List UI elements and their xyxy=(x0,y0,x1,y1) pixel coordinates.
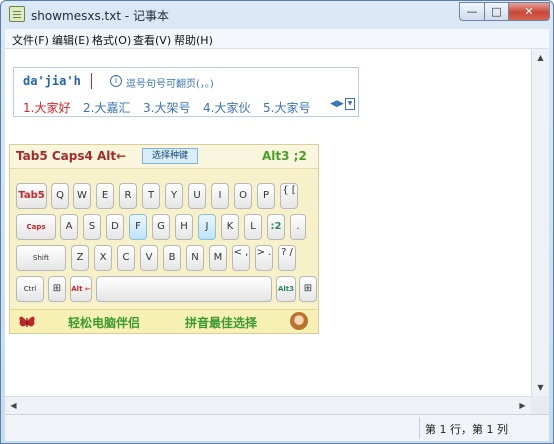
key-p[interactable]: P xyxy=(257,183,275,209)
key-tab[interactable]: Tab5 xyxy=(16,183,47,209)
key-period[interactable]: . xyxy=(290,214,306,240)
key-win-left[interactable]: ⊞ xyxy=(48,276,66,302)
select-keys-button[interactable]: 选择种键 xyxy=(142,148,198,164)
close-button[interactable]: ✕ xyxy=(508,2,550,21)
key-n[interactable]: N xyxy=(186,245,204,271)
keyboard-footer: 轻松电脑伴侣 拼音最佳选择 xyxy=(10,309,318,333)
ime-hint: 逗号句号可翻页(，。) xyxy=(126,79,214,90)
notepad-icon xyxy=(9,6,25,22)
title-bar: showmesxs.txt - 记事本 — □ ✕ xyxy=(1,1,553,27)
key-s[interactable]: S xyxy=(83,214,101,240)
key-d[interactable]: D xyxy=(106,214,124,240)
key-b[interactable]: B xyxy=(163,245,181,271)
keyboard-shortcuts-left: Tab5 Caps4 Alt← xyxy=(16,149,127,163)
vertical-scrollbar[interactable]: ▲ ▼ xyxy=(531,49,549,396)
status-divider xyxy=(419,417,420,439)
text-caret xyxy=(91,73,92,89)
key-f[interactable]: F xyxy=(129,214,147,240)
key-comma[interactable]: < , xyxy=(232,245,250,271)
key-win-right[interactable]: ⊞ xyxy=(299,276,317,302)
key-c[interactable]: C xyxy=(117,245,135,271)
candidate-1[interactable]: 1.大家好 xyxy=(23,99,70,116)
ime-candidate-panel: da'jia'h i 逗号句号可翻页(，。) 1.大家好 2.大嘉汇 3.大架号… xyxy=(13,67,359,117)
key-shift[interactable]: Shift xyxy=(16,245,66,271)
key-z[interactable]: Z xyxy=(71,245,89,271)
notepad-window: showmesxs.txt - 记事本 — □ ✕ 文件(F) 编辑(E) 格式… xyxy=(0,0,554,444)
menu-edit[interactable]: 编辑(E) xyxy=(52,32,90,48)
info-icon: i xyxy=(110,75,122,87)
menu-bar: 文件(F) 编辑(E) 格式(O) 查看(V) 帮助(H) xyxy=(5,29,549,49)
menu-help[interactable]: 帮助(H) xyxy=(174,32,213,48)
key-h[interactable]: H xyxy=(175,214,193,240)
menu-view[interactable]: 查看(V) xyxy=(133,32,171,48)
key-a[interactable]: A xyxy=(60,214,78,240)
candidate-3[interactable]: 3.大架号 xyxy=(143,99,190,116)
keyboard-header: Tab5 Caps4 Alt← 选择种键 Alt3 ;2 xyxy=(10,145,318,169)
key-period-2[interactable]: > . xyxy=(255,245,273,271)
key-m[interactable]: M xyxy=(209,245,227,271)
key-l[interactable]: L xyxy=(244,214,262,240)
candidate-2[interactable]: 2.大嘉汇 xyxy=(83,99,130,116)
scroll-up-icon[interactable]: ▲ xyxy=(532,49,549,66)
footer-slogan-right: 拼音最佳选择 xyxy=(185,316,258,330)
page-arrows-icon[interactable]: ◀▶ xyxy=(330,99,344,109)
candidate-5[interactable]: 5.大家号 xyxy=(263,99,310,116)
key-e[interactable]: E xyxy=(96,183,114,209)
keyboard-keys: Tab5 Q W E R T Y U I O P { [ Caps Lock 4… xyxy=(12,183,318,309)
key-left-bracket[interactable]: { [ xyxy=(280,183,298,209)
minimize-button[interactable]: — xyxy=(459,2,485,21)
candidate-4[interactable]: 4.大家伙 xyxy=(203,99,250,116)
menu-file[interactable]: 文件(F) xyxy=(12,32,49,48)
key-caps-lock[interactable]: Caps Lock 4 xyxy=(16,214,56,255)
key-r[interactable]: R xyxy=(119,183,137,209)
key-space[interactable] xyxy=(96,276,272,302)
footer-slogan-left: 轻松电脑伴侣 xyxy=(68,316,141,330)
scroll-down-icon[interactable]: ▼ xyxy=(532,379,549,396)
ime-pinyin-input: da'jia'h xyxy=(23,74,81,88)
key-v[interactable]: V xyxy=(140,245,158,271)
key-semicolon[interactable]: :2 xyxy=(267,214,285,240)
key-alt-right[interactable]: Alt3 xyxy=(276,276,296,302)
key-t[interactable]: T xyxy=(142,183,160,209)
key-x[interactable]: X xyxy=(94,245,112,271)
key-i[interactable]: I xyxy=(211,183,229,209)
key-ctrl[interactable]: Ctrl xyxy=(16,276,44,302)
key-slash[interactable]: ? / xyxy=(278,245,296,271)
key-w[interactable]: W xyxy=(73,183,91,209)
avatar xyxy=(290,312,308,330)
key-k[interactable]: K xyxy=(221,214,239,240)
virtual-keyboard: Tab5 Caps4 Alt← 选择种键 Alt3 ;2 Tab5 Q W E … xyxy=(9,144,319,334)
key-y[interactable]: Y xyxy=(165,183,183,209)
key-u[interactable]: U xyxy=(188,183,206,209)
window-title: showmesxs.txt - 记事本 xyxy=(31,9,169,23)
maximize-button[interactable]: □ xyxy=(484,2,509,21)
key-j[interactable]: J xyxy=(198,214,216,240)
resize-corner[interactable] xyxy=(531,396,549,414)
cursor-position: 第 1 行，第 1 列 xyxy=(425,423,508,436)
status-bar: 第 1 行，第 1 列 xyxy=(5,414,549,441)
key-o[interactable]: O xyxy=(234,183,252,209)
scroll-right-icon[interactable]: ▶ xyxy=(514,397,531,414)
key-q[interactable]: Q xyxy=(51,183,69,209)
butterfly-icon xyxy=(19,316,35,327)
scroll-left-icon[interactable]: ◀ xyxy=(5,397,22,414)
text-editor[interactable]: da'jia'h i 逗号句号可翻页(，。) 1.大家好 2.大嘉汇 3.大架号… xyxy=(5,49,549,396)
keyboard-shortcuts-right: Alt3 ;2 xyxy=(262,149,307,163)
dropdown-icon[interactable]: ▼ xyxy=(345,98,355,110)
menu-format[interactable]: 格式(O) xyxy=(92,32,131,48)
key-alt-left[interactable]: Alt ← xyxy=(70,276,92,302)
key-g[interactable]: G xyxy=(152,214,170,240)
horizontal-scrollbar[interactable]: ◀ ▶ xyxy=(5,396,531,414)
